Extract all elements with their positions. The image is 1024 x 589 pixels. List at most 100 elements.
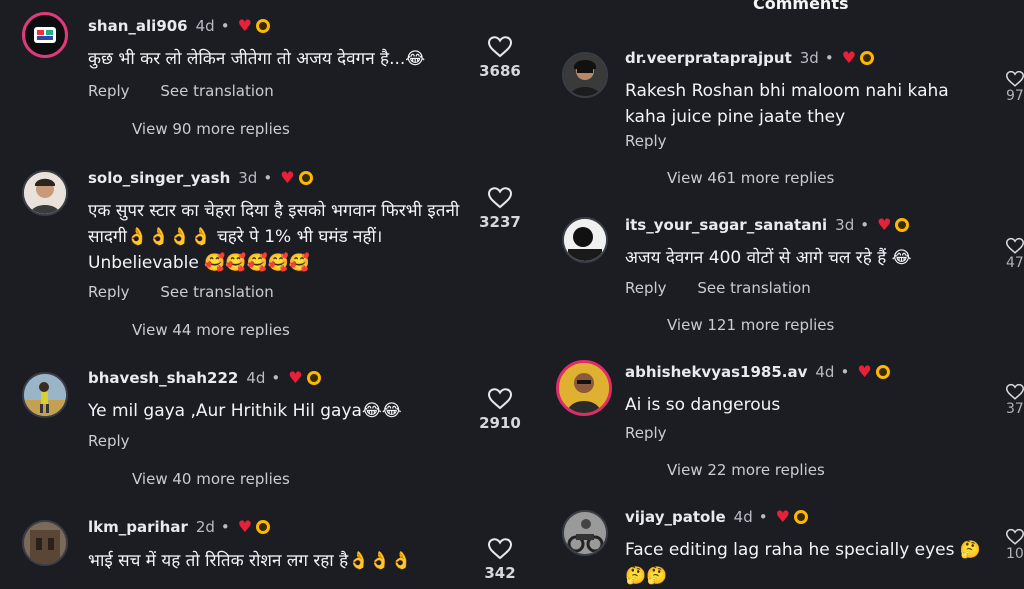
view-more-replies-button[interactable]: View 44 more replies: [132, 321, 290, 339]
avatar[interactable]: [22, 372, 68, 418]
edge-like-control[interactable]: 47: [1006, 237, 1024, 271]
avatar-photo-icon: [564, 219, 606, 261]
view-more-replies-button[interactable]: View 90 more replies: [132, 120, 290, 138]
username[interactable]: lkm_parihar: [88, 518, 188, 536]
comment-meta: vijay_patole 4d • ♥: [625, 507, 808, 526]
edge-like-control[interactable]: 10: [1006, 528, 1024, 562]
edge-like-control[interactable]: 97: [1006, 70, 1024, 104]
like-count: 10: [1006, 546, 1024, 562]
comment-text: Ye mil gaya ,Aur Hrithik Hil gaya😂😂: [88, 401, 402, 421]
like-control[interactable]: 3686: [470, 36, 530, 80]
heart-outline-icon[interactable]: [488, 388, 512, 410]
separator-dot: •: [824, 48, 834, 67]
username[interactable]: shan_ali906: [88, 17, 188, 35]
like-count: 47: [1006, 255, 1024, 271]
like-control[interactable]: 3237: [470, 187, 530, 231]
username[interactable]: vijay_patole: [625, 508, 726, 526]
comment-actions: Reply: [625, 424, 693, 442]
see-translation-button[interactable]: See translation: [697, 279, 810, 297]
heart-filled-icon: ♥: [877, 215, 892, 234]
like-count: 3237: [479, 213, 521, 231]
comment-meta: its_your_sagar_sanatani 3d • ♥: [625, 215, 910, 234]
separator-dot: •: [758, 507, 768, 526]
edge-like-control[interactable]: 37: [1006, 383, 1024, 417]
creator-badge-icon: [255, 18, 270, 33]
comment-text: एक सुपर स्टार का चेहरा दिया है इसको भगवा…: [88, 201, 460, 273]
avatar-photo-icon: [24, 172, 66, 214]
avatar-photo-icon: [24, 522, 66, 564]
heart-filled-icon: ♥: [857, 362, 872, 381]
username[interactable]: solo_singer_yash: [88, 169, 230, 187]
heart-filled-icon: ♥: [237, 517, 253, 536]
heart-outline-icon[interactable]: [488, 36, 512, 58]
reply-button[interactable]: Reply: [88, 82, 130, 100]
see-translation-button[interactable]: See translation: [160, 82, 273, 100]
timestamp: 4d: [815, 362, 835, 381]
heart-filled-icon: ♥: [288, 368, 303, 387]
like-count: 37: [1006, 401, 1024, 417]
comment-text: अजय देवगन 400 वोटों से आगे चल रहे हैं 😂: [625, 248, 912, 268]
view-more-replies-button[interactable]: View 40 more replies: [132, 470, 290, 488]
separator-dot: •: [860, 215, 870, 234]
comment-meta: lkm_parihar 2d • ♥: [88, 517, 271, 536]
heart-outline-icon[interactable]: [1006, 383, 1024, 401]
timestamp: 3d: [238, 168, 258, 187]
avatar[interactable]: [562, 217, 608, 263]
heart-outline-icon[interactable]: [1006, 528, 1024, 546]
avatar-photo-icon: [564, 512, 606, 554]
avatar-photo-icon: [559, 363, 609, 413]
heart-outline-icon[interactable]: [488, 187, 512, 209]
view-more-replies-button[interactable]: View 121 more replies: [667, 316, 834, 334]
view-more-replies-button[interactable]: View 22 more replies: [667, 461, 825, 479]
avatar[interactable]: [22, 12, 68, 58]
username[interactable]: abhishekvyas1985.av: [625, 363, 807, 381]
comment-meta: dr.veerprataprajput 3d • ♥: [625, 48, 875, 67]
username[interactable]: dr.veerprataprajput: [625, 49, 792, 67]
see-translation-button[interactable]: See translation: [160, 283, 273, 301]
avatar[interactable]: [22, 170, 68, 216]
timestamp: 3d: [799, 48, 819, 67]
comment-text: कुछ भी कर लो लेकिन जीतेगा तो अजय देवगन ह…: [88, 49, 426, 69]
comment-text: Ai is so dangerous: [625, 395, 781, 415]
like-count: 97: [1006, 88, 1024, 104]
avatar-logo-icon: [34, 27, 56, 43]
avatar[interactable]: [22, 520, 68, 566]
separator-dot: •: [840, 362, 850, 381]
timestamp: 4d: [246, 368, 266, 387]
username[interactable]: its_your_sagar_sanatani: [625, 216, 827, 234]
heart-outline-icon[interactable]: [1006, 237, 1024, 255]
separator-dot: •: [271, 368, 281, 387]
comment-meta: bhavesh_shah222 4d • ♥: [88, 368, 321, 387]
like-control[interactable]: 2910: [470, 388, 530, 432]
left-comment-column: shan_ali906 4d • ♥ कुछ भी कर लो लेकिन जी…: [0, 0, 530, 582]
creator-badge-icon: [298, 170, 313, 185]
heart-outline-icon[interactable]: [488, 538, 512, 560]
reply-button[interactable]: Reply: [625, 132, 667, 150]
view-more-replies-button[interactable]: View 461 more replies: [667, 169, 834, 187]
avatar-photo-icon: [24, 374, 66, 416]
comment-meta: abhishekvyas1985.av 4d • ♥: [625, 362, 890, 381]
creator-badge-icon: [860, 50, 875, 65]
avatar[interactable]: [562, 52, 608, 98]
reply-button[interactable]: Reply: [625, 279, 667, 297]
avatar-photo-icon: [564, 54, 606, 96]
separator-dot: •: [263, 168, 273, 187]
like-count: 342: [484, 564, 516, 582]
comment-actions: Reply See translation: [88, 283, 300, 301]
avatar[interactable]: [562, 510, 608, 556]
username[interactable]: bhavesh_shah222: [88, 369, 238, 387]
avatar[interactable]: [556, 360, 612, 416]
reply-button[interactable]: Reply: [625, 424, 667, 442]
heart-filled-icon: ♥: [841, 48, 857, 67]
comment-meta: shan_ali906 4d • ♥: [88, 16, 270, 35]
reply-button[interactable]: Reply: [88, 432, 130, 450]
like-count: 2910: [479, 414, 521, 432]
comment-meta: solo_singer_yash 3d • ♥: [88, 168, 313, 187]
reply-button[interactable]: Reply: [88, 283, 130, 301]
like-control[interactable]: 342: [470, 538, 530, 582]
heart-filled-icon: ♥: [237, 16, 252, 35]
comment-actions: Reply: [625, 132, 693, 150]
heart-filled-icon: ♥: [280, 168, 295, 187]
separator-dot: •: [220, 517, 230, 536]
heart-outline-icon[interactable]: [1006, 70, 1024, 88]
